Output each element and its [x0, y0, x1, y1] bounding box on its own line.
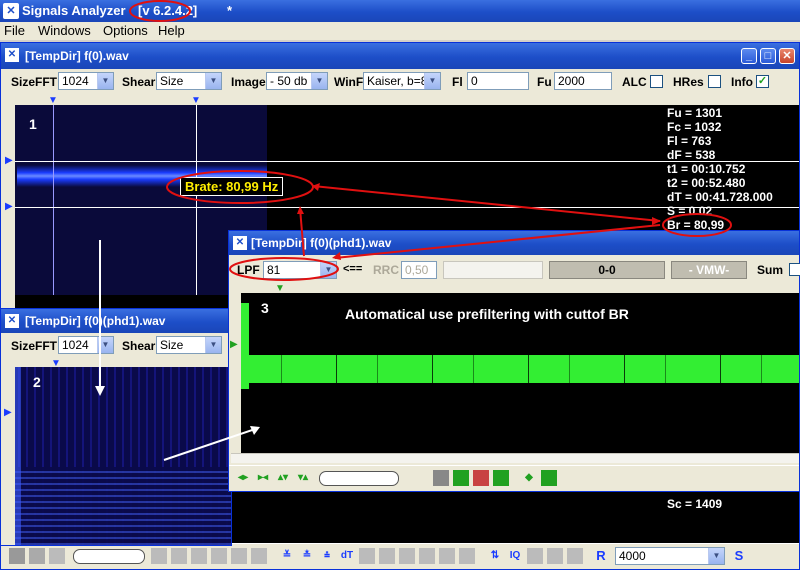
- arrow-line-1: [312, 185, 661, 222]
- arrowhead-red-4: [297, 206, 304, 214]
- arrowhead-red-3: [332, 252, 341, 260]
- white-arrow-2: [163, 427, 259, 461]
- arrowhead-red-2: [652, 217, 661, 225]
- version-highlight: [129, 0, 191, 22]
- br-highlight: [662, 213, 732, 237]
- lpf-highlight: [229, 257, 339, 281]
- arrowhead-red-1: [312, 183, 320, 191]
- arrowhead-1: [95, 386, 105, 396]
- arrow-line-2: [334, 224, 661, 259]
- arrow-line-3: [299, 207, 305, 257]
- annotation-overlay: [95, 0, 732, 461]
- brate-highlight: [166, 170, 314, 204]
